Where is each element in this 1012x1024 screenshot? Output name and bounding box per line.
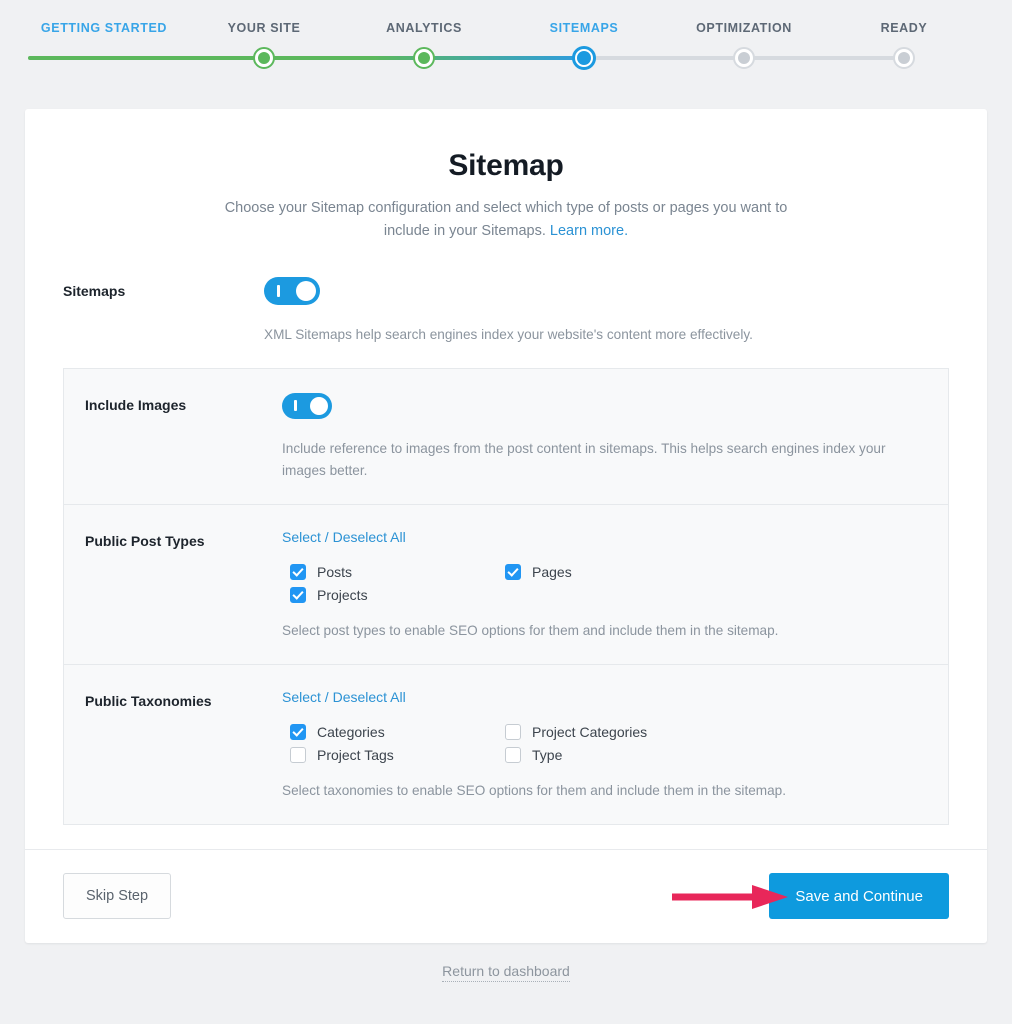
progress-track-fill [28, 56, 585, 60]
checkbox-label-categories: Categories [317, 723, 385, 740]
checkbox-pages[interactable] [505, 563, 521, 580]
checkbox-type[interactable] [505, 746, 521, 763]
toggle-knob-icon [310, 397, 328, 415]
include-images-help-text: Include reference to images from the pos… [282, 441, 886, 478]
checkbox-item-pages[interactable]: Pages [497, 560, 712, 583]
page-title: Sitemap [448, 149, 564, 182]
wizard-progress-bar: GETTING STARTED YOUR SITE ANALYTICS SITE… [0, 0, 1012, 109]
checkbox-label-projects: Projects [317, 586, 368, 603]
step-dot-inner [258, 52, 270, 64]
checkbox-label-project-categories: Project Categories [532, 723, 648, 740]
sitemaps-row: Sitemaps XML Sitemaps help search engine… [63, 277, 949, 368]
checkbox-item-categories[interactable]: Categories [282, 720, 497, 743]
checkbox-posts[interactable] [290, 563, 306, 580]
step-label-analytics[interactable]: ANALYTICS [386, 21, 462, 35]
include-images-toggle[interactable] [282, 393, 332, 419]
public-post-types-row: Public Post Types Select / Deselect All … [64, 505, 948, 665]
public-taxonomies-content: Select / Deselect All Categories Project… [282, 689, 948, 802]
checkbox-item-posts[interactable]: Posts [282, 560, 497, 583]
footer-link-container: Return to dashboard [0, 963, 1012, 982]
include-images-content: Include reference to images from the pos… [282, 393, 948, 482]
step-label-ready[interactable]: READY [881, 21, 928, 35]
checkbox-item-project-categories[interactable]: Project Categories [497, 720, 712, 743]
taxonomies-select-deselect-all[interactable]: Select / Deselect All [282, 689, 406, 705]
sitemap-settings-card: Sitemap Choose your Sitemap configuratio… [25, 109, 987, 943]
card-body: Sitemap Choose your Sitemap configuratio… [25, 109, 987, 849]
step-dot-sitemaps[interactable] [572, 46, 596, 70]
sitemaps-help-text: XML Sitemaps help search engines index y… [264, 327, 753, 342]
sitemaps-toggle[interactable] [264, 277, 320, 305]
checkbox-item-project-tags[interactable]: Project Tags [282, 743, 497, 766]
checkbox-item-projects[interactable]: Projects [282, 583, 497, 606]
checkbox-label-type: Type [532, 746, 563, 763]
taxonomies-help-text: Select taxonomies to enable SEO options … [282, 783, 787, 798]
toggle-bar-icon [294, 400, 297, 411]
step-dot-optimization[interactable] [733, 47, 755, 69]
include-images-row: Include Images Include reference to imag… [64, 369, 948, 505]
page-description: Choose your Sitemap configuration and se… [211, 197, 801, 243]
checkbox-projects[interactable] [290, 586, 306, 603]
save-and-continue-button[interactable]: Save and Continue [769, 873, 949, 919]
checkbox-label-project-tags: Project Tags [317, 746, 394, 763]
step-dot-analytics[interactable] [413, 47, 435, 69]
learn-more-link[interactable]: Learn more. [550, 223, 628, 239]
return-to-dashboard-link[interactable]: Return to dashboard [442, 963, 570, 982]
post-types-help-text: Select post types to enable SEO options … [282, 623, 779, 638]
step-label-optimization[interactable]: OPTIMIZATION [696, 21, 792, 35]
step-dot-inner [738, 52, 750, 64]
checkbox-project-tags[interactable] [290, 746, 306, 763]
public-taxonomies-label: Public Taxonomies [85, 693, 212, 709]
sitemaps-row-label: Sitemaps [63, 283, 126, 299]
step-dot-inner [418, 52, 430, 64]
include-images-label: Include Images [85, 397, 187, 413]
checkbox-categories[interactable] [290, 723, 306, 740]
taxonomies-checkbox-grid: Categories Project Categories Project Ta… [282, 720, 712, 766]
step-dot-inner [898, 52, 910, 64]
public-taxonomies-row: Public Taxonomies Select / Deselect All … [64, 665, 948, 824]
step-dot-inner [577, 51, 591, 65]
page-description-text: Choose your Sitemap configuration and se… [224, 200, 788, 239]
toggle-bar-icon [277, 285, 280, 297]
public-post-types-content: Select / Deselect All Posts Pages Projec… [282, 529, 948, 642]
step-dot-ready[interactable] [893, 47, 915, 69]
post-types-select-deselect-all[interactable]: Select / Deselect All [282, 529, 406, 545]
checkbox-label-posts: Posts [317, 563, 353, 580]
sitemap-options-panel: Include Images Include reference to imag… [63, 368, 949, 825]
step-label-your-site[interactable]: YOUR SITE [228, 21, 301, 35]
checkbox-item-type[interactable]: Type [497, 743, 712, 766]
step-label-getting-started[interactable]: GETTING STARTED [41, 21, 167, 35]
wizard-step-labels: GETTING STARTED YOUR SITE ANALYTICS SITE… [0, 21, 1012, 39]
step-dot-your-site[interactable] [253, 47, 275, 69]
skip-step-button[interactable]: Skip Step [63, 873, 172, 919]
checkbox-project-categories[interactable] [505, 723, 521, 740]
card-footer: Skip Step Save and Continue [25, 849, 987, 943]
sitemaps-row-content: XML Sitemaps help search engines index y… [264, 277, 949, 346]
post-types-checkbox-grid: Posts Pages Projects [282, 560, 712, 606]
toggle-knob-icon [296, 281, 316, 301]
progress-track [28, 56, 904, 60]
step-label-sitemaps[interactable]: SITEMAPS [550, 21, 619, 35]
checkbox-label-pages: Pages [532, 563, 572, 580]
public-post-types-label: Public Post Types [85, 533, 205, 549]
